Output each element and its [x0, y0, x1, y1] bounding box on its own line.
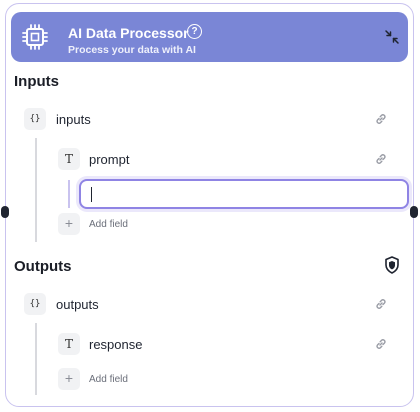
collapse-arrows-icon[interactable]	[382, 27, 402, 47]
text-type-badge: T	[58, 148, 80, 170]
add-output-field-button[interactable]: +	[58, 368, 80, 390]
add-output-field-label[interactable]: Add field	[89, 374, 128, 385]
object-type-badge: {}	[24, 293, 46, 315]
cpu-chip-icon	[22, 24, 48, 50]
outputs-group-label: outputs	[56, 297, 99, 312]
node-header: AI Data Processor ? Process your data wi…	[11, 12, 408, 62]
left-connection-handle[interactable]	[1, 206, 9, 218]
link-icon[interactable]	[374, 152, 388, 166]
node-title: AI Data Processor	[68, 25, 189, 41]
link-icon[interactable]	[374, 337, 388, 351]
text-caret	[91, 187, 92, 202]
ai-data-processor-node: AI Data Processor ? Process your data wi…	[1, 3, 418, 407]
prompt-field-label: prompt	[89, 152, 130, 167]
inputs-tree-line	[35, 138, 37, 242]
prompt-tree-line	[68, 180, 70, 208]
inputs-section-title: Inputs	[14, 73, 59, 90]
help-icon[interactable]: ?	[187, 24, 202, 39]
inputs-group-label: inputs	[56, 112, 91, 127]
link-icon[interactable]	[374, 297, 388, 311]
add-input-field-button[interactable]: +	[58, 213, 80, 235]
prompt-input[interactable]	[79, 179, 409, 209]
object-type-badge: {}	[24, 108, 46, 130]
text-type-badge: T	[58, 333, 80, 355]
link-icon[interactable]	[374, 112, 388, 126]
outputs-tree-line	[35, 323, 37, 395]
response-field-label: response	[89, 337, 143, 352]
add-input-field-label[interactable]: Add field	[89, 219, 128, 230]
outputs-section-title: Outputs	[14, 258, 72, 275]
shield-icon[interactable]	[384, 256, 400, 274]
node-subtitle: Process your data with AI	[68, 44, 196, 56]
right-connection-handle[interactable]	[410, 206, 418, 218]
